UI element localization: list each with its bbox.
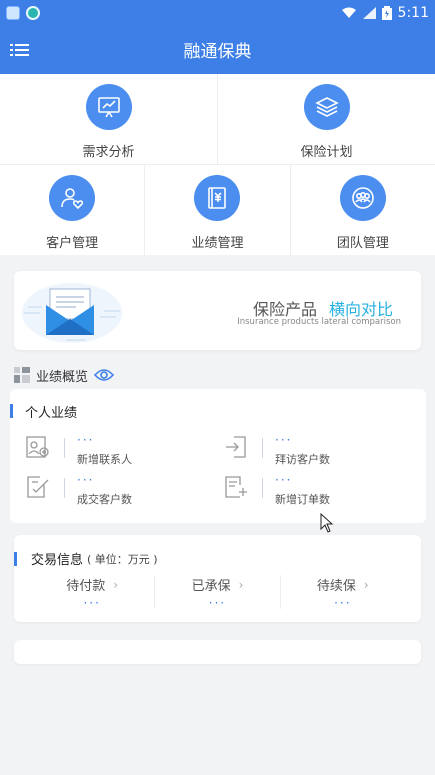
trade-label: 待付款 [66, 579, 106, 594]
mouse-cursor-icon [320, 513, 334, 533]
metric-label: 新增订单数 [275, 493, 330, 506]
grid-item-performance-management[interactable]: 业绩管理 [145, 165, 291, 255]
metric-closed-customers[interactable]: ··· 成交客户数 [26, 473, 132, 507]
metric-divider [64, 438, 65, 458]
order-add-icon [225, 476, 247, 498]
layers-icon [303, 84, 350, 130]
trade-label-wrap: 待续保 › [316, 575, 369, 595]
grid-item-insurance-plan[interactable]: 保险计划 [218, 74, 435, 164]
metric-divider [262, 438, 263, 458]
battery-icon [381, 5, 392, 20]
trade-label-wrap: 待付款 › [66, 575, 119, 595]
performance-overview-header: 业绩概览 [14, 365, 115, 385]
yuan-book-icon [194, 175, 241, 221]
trade-value: ··· [208, 596, 227, 610]
trade-info-card: 交易信息 ( 单位：万元 ) 待付款 › ··· 已承保 › ··· 待续保 › ··… [14, 535, 421, 622]
chevron-right-icon: › [238, 577, 244, 592]
app-bar: 融通保典 [0, 25, 435, 74]
notification-app-icon-2 [26, 5, 40, 20]
banner-subtitle: Insurance products lateral comparison [237, 317, 401, 327]
grid-label: 保险计划 [300, 145, 353, 160]
grid-label: 需求分析 [82, 145, 135, 160]
metric-divider [64, 478, 65, 498]
grid-overview-icon [14, 367, 30, 383]
signal-icon [362, 6, 376, 19]
app-title: 融通保典 [183, 42, 252, 62]
trade-value: ··· [83, 596, 101, 610]
metric-label: 新增联系人 [77, 453, 132, 466]
clock-time: 5:11 [397, 4, 429, 21]
chevron-right-icon: › [113, 577, 119, 592]
feature-grid-top: 需求分析 保险计划 [0, 74, 435, 165]
trade-value: ··· [334, 596, 352, 610]
grid-label: 客户管理 [46, 236, 99, 251]
title-accent-bar [14, 551, 17, 566]
title-accent-bar [10, 404, 13, 418]
overview-label: 业绩概览 [36, 369, 89, 385]
door-enter-icon [226, 436, 246, 458]
metric-new-contacts[interactable]: ··· 新增联系人 [26, 433, 132, 467]
product-comparison-banner[interactable]: 保险产品 横向对比 Insurance products lateral comp… [14, 271, 421, 350]
empty-card [14, 640, 421, 664]
trade-title-text: 交易信息 [31, 553, 84, 568]
chevron-right-icon: › [363, 577, 369, 592]
metric-value: ··· [275, 433, 293, 447]
team-icon [339, 175, 386, 221]
trade-info-title: 交易信息 ( 单位：万元 ) [14, 549, 158, 568]
trade-underwritten[interactable]: 已承保 › ··· [155, 575, 281, 610]
grid-label: 团队管理 [336, 236, 389, 251]
contact-add-icon [26, 436, 49, 458]
trade-label: 待续保 [316, 579, 356, 594]
customer-heart-icon [49, 175, 96, 221]
trade-pending-payment[interactable]: 待付款 › ··· [30, 575, 156, 610]
trade-columns: 待付款 › ··· 已承保 › ··· 待续保 › ··· [30, 575, 405, 609]
eye-icon[interactable] [94, 368, 115, 382]
metric-new-orders[interactable]: ··· 新增订单数 [224, 473, 330, 507]
mail-envelope-icon [22, 283, 122, 343]
grid-item-customer-management[interactable]: 客户管理 [0, 165, 146, 255]
trade-pending-renewal[interactable]: 待续保 › ··· [281, 575, 405, 610]
wifi-icon [341, 7, 356, 18]
metric-value: ··· [77, 433, 95, 447]
trade-label-wrap: 已承保 › [191, 575, 244, 595]
metric-value: ··· [275, 473, 293, 487]
grid-label: 业绩管理 [191, 236, 244, 251]
personal-performance-card: 个人业绩 ··· 新增联系人 ··· 拜访客户数 ··· 成交客户数 ··· 新… [10, 389, 426, 523]
metric-visited-customers[interactable]: ··· 拜访客户数 [224, 433, 330, 467]
metric-label: 拜访客户数 [275, 453, 330, 466]
trade-unit: ( 单位：万元 ) [87, 552, 158, 566]
trade-label: 已承保 [191, 579, 231, 594]
feature-grid-bottom: 客户管理 业绩管理 团队管理 [0, 165, 435, 255]
personal-performance-title: 个人业绩 [10, 403, 78, 421]
checklist-icon [27, 476, 49, 498]
grid-item-team-management[interactable]: 团队管理 [291, 165, 435, 255]
metric-label: 成交客户数 [77, 493, 132, 506]
analysis-chart-icon [85, 84, 132, 130]
metric-divider [262, 478, 263, 498]
metric-value: ··· [77, 473, 95, 487]
notification-app-icon [6, 5, 20, 20]
grid-item-needs-analysis[interactable]: 需求分析 [0, 74, 218, 164]
status-bar: 5:11 [0, 0, 435, 25]
personal-title-text: 个人业绩 [25, 405, 78, 421]
